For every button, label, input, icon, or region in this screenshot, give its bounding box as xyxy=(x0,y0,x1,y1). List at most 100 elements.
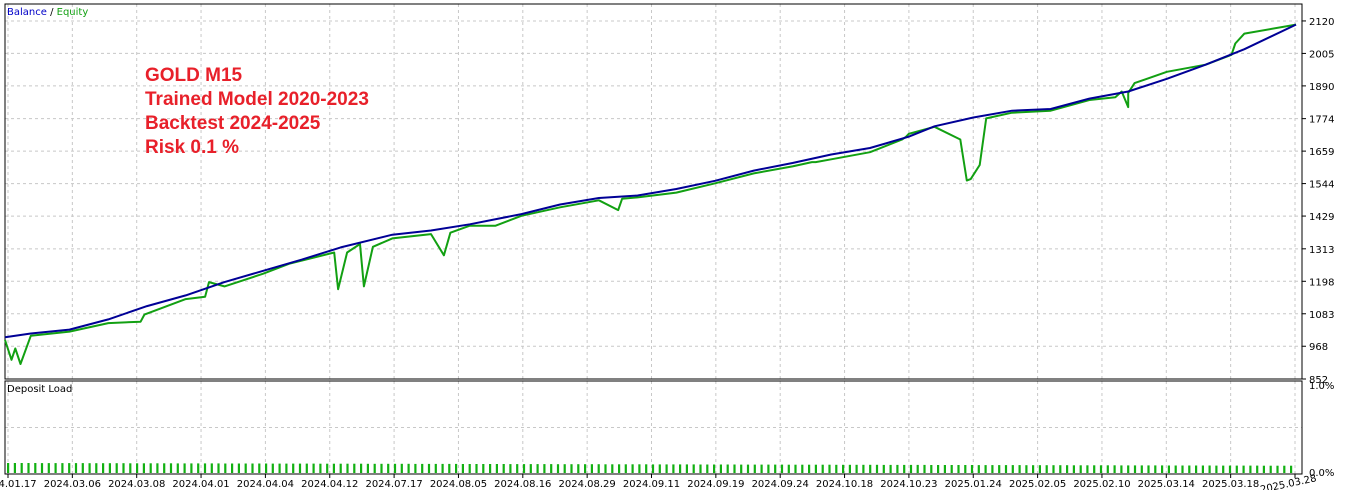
deposit-load-bar xyxy=(1249,465,1252,473)
deposit-load-bar xyxy=(685,464,688,473)
deposit-load-bar xyxy=(1133,465,1137,473)
deposit-load-bar xyxy=(108,463,111,473)
deposit-load-bar xyxy=(217,463,220,473)
deposit-load-bar xyxy=(461,464,464,473)
x-tick-label: 2024.03.06 xyxy=(44,479,101,490)
deposit-load-bar xyxy=(1161,465,1164,473)
deposit-load-bar xyxy=(1072,465,1075,473)
x-tick-label: 2024.09.19 xyxy=(687,479,744,490)
deposit-load-bar xyxy=(502,464,505,473)
annotation-line-3: Backtest 2024-2025 xyxy=(145,113,321,134)
deposit-load-bar xyxy=(875,464,879,473)
deposit-load-bar xyxy=(699,464,702,473)
deposit-load-bar xyxy=(319,463,322,473)
deposit-load-bar xyxy=(27,463,30,473)
deposit-load-bar xyxy=(1086,465,1089,473)
deposit-load-bar xyxy=(1025,465,1028,473)
deposit-load-bar xyxy=(706,464,709,473)
deposit-load-y-ticks: 1.0%0.0% xyxy=(1309,381,1334,479)
deposit-load-bar xyxy=(176,463,179,473)
deposit-load-bar xyxy=(1011,465,1014,473)
legend-equity: Equity xyxy=(56,7,89,18)
deposit-load-bar xyxy=(169,463,173,473)
deposit-load-bar xyxy=(665,464,668,473)
deposit-load-bar xyxy=(244,463,247,473)
x-tick-label: 2024.03.08 xyxy=(108,479,165,490)
deposit-load-bar xyxy=(312,463,315,473)
deposit-load-bar xyxy=(163,463,166,473)
deposit-load-bar xyxy=(427,463,431,473)
deposit-load-bar xyxy=(455,463,458,473)
deposit-load-bar xyxy=(81,463,84,473)
annotation-line-4: Risk 0.1 % xyxy=(145,137,239,158)
deposit-load-bar xyxy=(1113,465,1116,473)
deposit-load-bar xyxy=(984,465,987,473)
deposit-load-bar xyxy=(1127,465,1130,473)
deposit-load-bar xyxy=(1235,465,1238,473)
deposit-load-bar xyxy=(597,464,600,473)
deposit-load-bar xyxy=(719,464,722,473)
deposit-load-bar xyxy=(7,463,10,473)
deposit-load-bar xyxy=(393,463,397,473)
deposit-load-bar xyxy=(1154,465,1157,473)
deposit-load-bar xyxy=(631,464,634,473)
deposit-load-bar xyxy=(339,463,342,473)
deposit-load-bar xyxy=(373,463,376,473)
deposit-load-bar xyxy=(529,464,532,473)
deposit-load-bar xyxy=(441,463,444,473)
x-tick-label: 2024.04.01 xyxy=(172,479,229,490)
x-tick-label: 2025.01.24 xyxy=(945,479,1002,490)
deposit-load-bar xyxy=(1181,465,1184,473)
deposit-load-bar xyxy=(489,464,492,473)
y-tick-label: 1774 xyxy=(1309,115,1334,126)
x-tick-label: 2024.01.17 xyxy=(0,479,37,490)
deposit-load-bar xyxy=(305,463,308,473)
x-tick-label: 2024.10.18 xyxy=(816,479,873,490)
deposit-load-bar xyxy=(869,464,872,473)
deposit-load-bar xyxy=(1120,465,1123,473)
x-tick-label: 2024.09.11 xyxy=(623,479,680,490)
deposit-load-bar xyxy=(1262,465,1265,473)
deposit-load-bar xyxy=(536,464,539,473)
y-tick-label: 1083 xyxy=(1309,310,1334,321)
deposit-load-bar xyxy=(285,463,288,473)
deposit-load-bar xyxy=(1222,465,1225,473)
deposit-load-bar xyxy=(570,464,573,473)
deposit-load-bar xyxy=(516,464,519,473)
deposit-load-bar xyxy=(366,463,369,473)
deposit-load-bar xyxy=(964,465,967,473)
deposit-load-bar xyxy=(970,465,974,473)
deposit-load-bar xyxy=(346,463,349,473)
deposit-load-bar xyxy=(149,463,152,473)
deposit-load-bar xyxy=(1269,465,1272,473)
deposit-load-bar xyxy=(855,464,858,473)
deposit-load-bar xyxy=(68,463,71,473)
deposit-load-bar xyxy=(183,463,186,473)
deposit-load-bar xyxy=(407,463,410,473)
deposit-load-bar xyxy=(611,464,614,473)
deposit-load-bar xyxy=(889,464,892,473)
deposit-load-bar xyxy=(1174,465,1177,473)
y-tick-label: 1429 xyxy=(1309,212,1334,223)
x-axis-ticks: 2024.01.17 2024.03.06 2024.03.08 2024.04.01… xyxy=(0,473,1318,490)
y-tick-label: 1313 xyxy=(1309,245,1334,256)
deposit-load-bar xyxy=(842,464,845,473)
deposit-load-bar xyxy=(814,464,817,473)
deposit-load-bar xyxy=(672,464,675,473)
deposit-load-bar xyxy=(122,463,125,473)
deposit-load-bar xyxy=(468,464,471,473)
deposit-load-bar xyxy=(1004,465,1008,473)
deposit-load-bar xyxy=(543,464,546,473)
deposit-load-bar xyxy=(156,463,159,473)
deposit-load-bar xyxy=(258,463,261,473)
deposit-load-bar xyxy=(1059,465,1062,473)
deposit-load-bar xyxy=(624,464,627,473)
x-tick-label: 2025.02.05 xyxy=(1009,479,1066,490)
deposit-load-bar xyxy=(197,463,200,473)
y-tick-label: 1890 xyxy=(1309,82,1334,93)
deposit-load-bar xyxy=(998,465,1001,473)
annotation-line-2: Trained Model 2020-2023 xyxy=(145,89,369,110)
deposit-load-bar xyxy=(1147,465,1150,473)
deposit-load-bar xyxy=(896,464,899,473)
deposit-load-bar xyxy=(353,463,356,473)
